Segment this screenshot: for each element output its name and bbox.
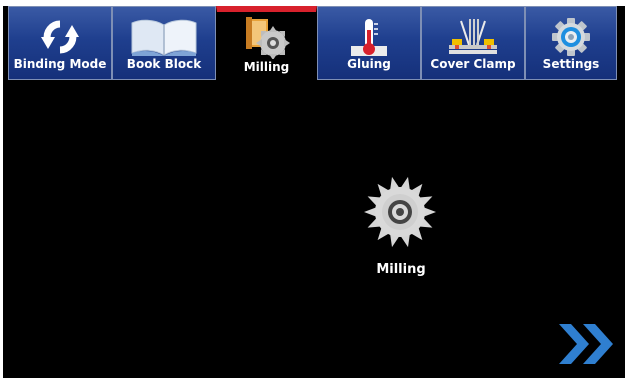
tab-label: Gluing	[347, 57, 391, 71]
section-title: Milling	[376, 262, 426, 277]
tab-label: Settings	[542, 57, 600, 71]
tab-gluing[interactable]: Gluing	[317, 6, 421, 80]
tab-milling[interactable]: Milling	[216, 6, 317, 83]
tab-label: Milling	[243, 60, 290, 74]
gear-icon	[548, 17, 594, 57]
tab-label: Book Block	[126, 57, 202, 71]
tab-settings[interactable]: Settings	[525, 6, 617, 80]
next-page-button[interactable]	[557, 320, 621, 368]
hmi-screen: Binding Mode Book Block Milling Gluing C…	[3, 6, 625, 378]
tab-label: Binding Mode	[13, 57, 107, 71]
tab-book-block[interactable]: Book Block	[112, 6, 216, 80]
saw-blade-icon	[362, 174, 438, 250]
tab-binding-mode[interactable]: Binding Mode	[8, 6, 112, 80]
tab-bar: Binding Mode Book Block Milling Gluing C…	[8, 6, 617, 84]
tab-cover-clamp[interactable]: Cover Clamp	[421, 6, 525, 80]
refresh-icon	[37, 17, 83, 57]
open-book-icon	[129, 17, 199, 57]
tab-label: Cover Clamp	[430, 57, 516, 71]
thermometer-icon	[346, 17, 392, 57]
milling-cutter-icon	[244, 17, 290, 59]
double-chevron-right-icon	[557, 324, 621, 372]
clamp-icon	[446, 17, 500, 57]
